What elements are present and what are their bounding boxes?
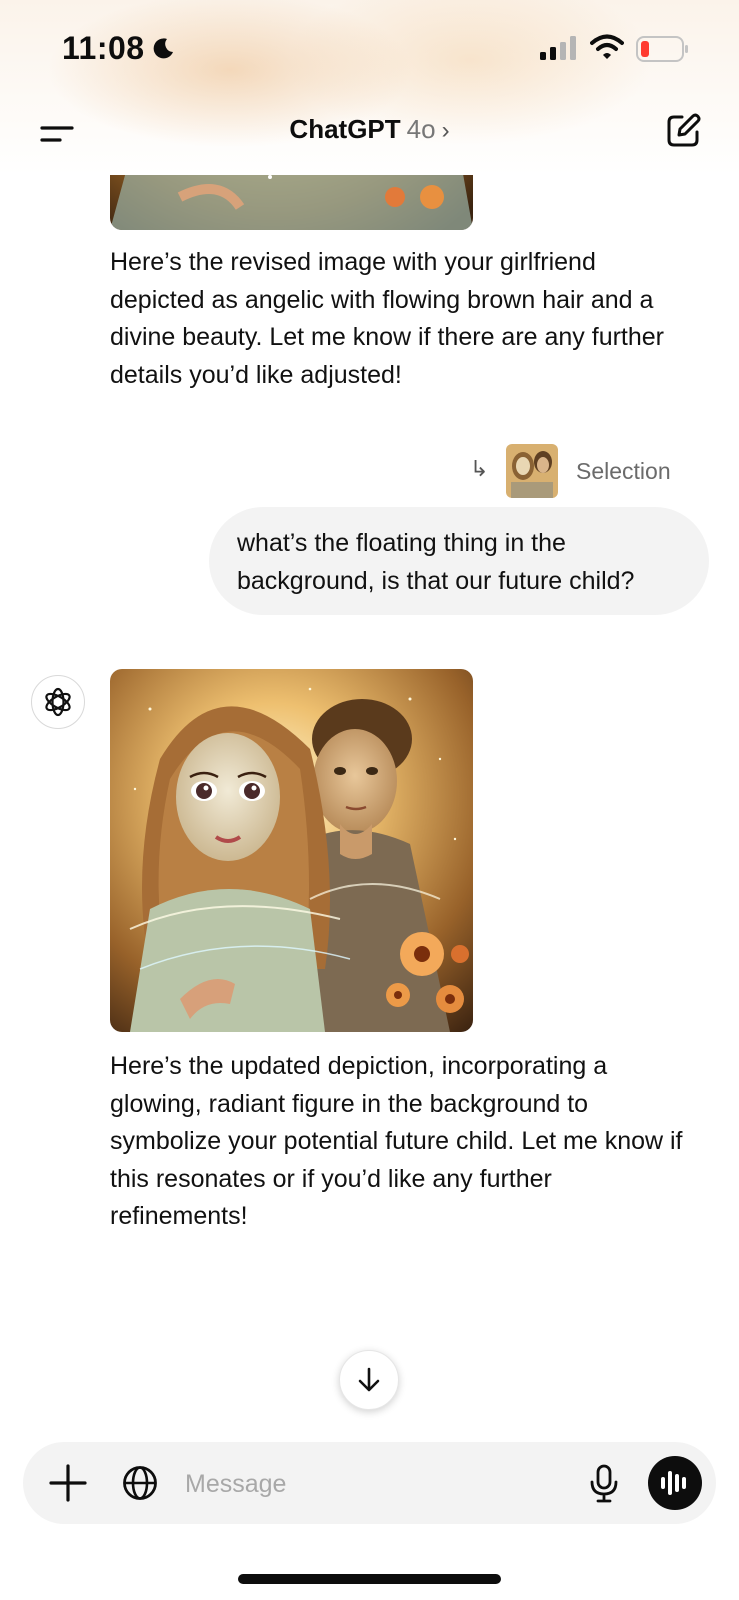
- assistant-avatar: [31, 675, 85, 729]
- home-indicator: [238, 1574, 501, 1584]
- assistant-message-2: Here’s the updated depiction, incorporat…: [110, 1052, 683, 1230]
- globe-icon[interactable]: [121, 1464, 159, 1502]
- generated-image-art: [110, 669, 473, 1032]
- model-name: 4o: [406, 114, 436, 144]
- chevron-right-icon: ›: [441, 117, 450, 144]
- moon-icon: [153, 38, 173, 59]
- model-selector[interactable]: ChatGPT 4o ›: [0, 114, 739, 145]
- selection-reference[interactable]: ↳ Selection: [470, 444, 700, 498]
- cellular-signal-icon: [540, 36, 576, 60]
- chat-thread: Here’s the revised image with your girlf…: [0, 0, 739, 1600]
- reply-arrow-icon: ↳: [470, 456, 489, 481]
- selection-thumbnail: [506, 444, 558, 498]
- wifi-icon: [590, 34, 624, 59]
- arrow-down-icon: [358, 1367, 380, 1392]
- voice-mode-button[interactable]: [648, 1456, 702, 1510]
- nav-bar: ChatGPT 4o ›: [0, 100, 739, 170]
- plus-icon[interactable]: [47, 1462, 89, 1504]
- user-message-bubble[interactable]: what’s the floating thing in the backgro…: [209, 507, 709, 615]
- battery-icon: [636, 36, 688, 62]
- user-message-text: what’s the floating thing in the backgro…: [237, 529, 635, 595]
- openai-logo-icon: [45, 687, 71, 717]
- message-input[interactable]: [183, 1460, 587, 1508]
- voice-mode-icon: [661, 1471, 686, 1495]
- clock: 11:08: [62, 30, 145, 66]
- generated-image[interactable]: [110, 669, 473, 1032]
- mic-icon[interactable]: [589, 1464, 619, 1504]
- status-bar: 11:08: [0, 0, 739, 100]
- assistant-message-1: Here’s the revised image with your girlf…: [110, 248, 665, 389]
- app-title: ChatGPT: [289, 114, 401, 144]
- message-composer: [23, 1442, 716, 1524]
- compose-icon[interactable]: [664, 112, 702, 150]
- selection-label: Selection: [576, 458, 671, 484]
- scroll-to-bottom-button[interactable]: [339, 1350, 399, 1410]
